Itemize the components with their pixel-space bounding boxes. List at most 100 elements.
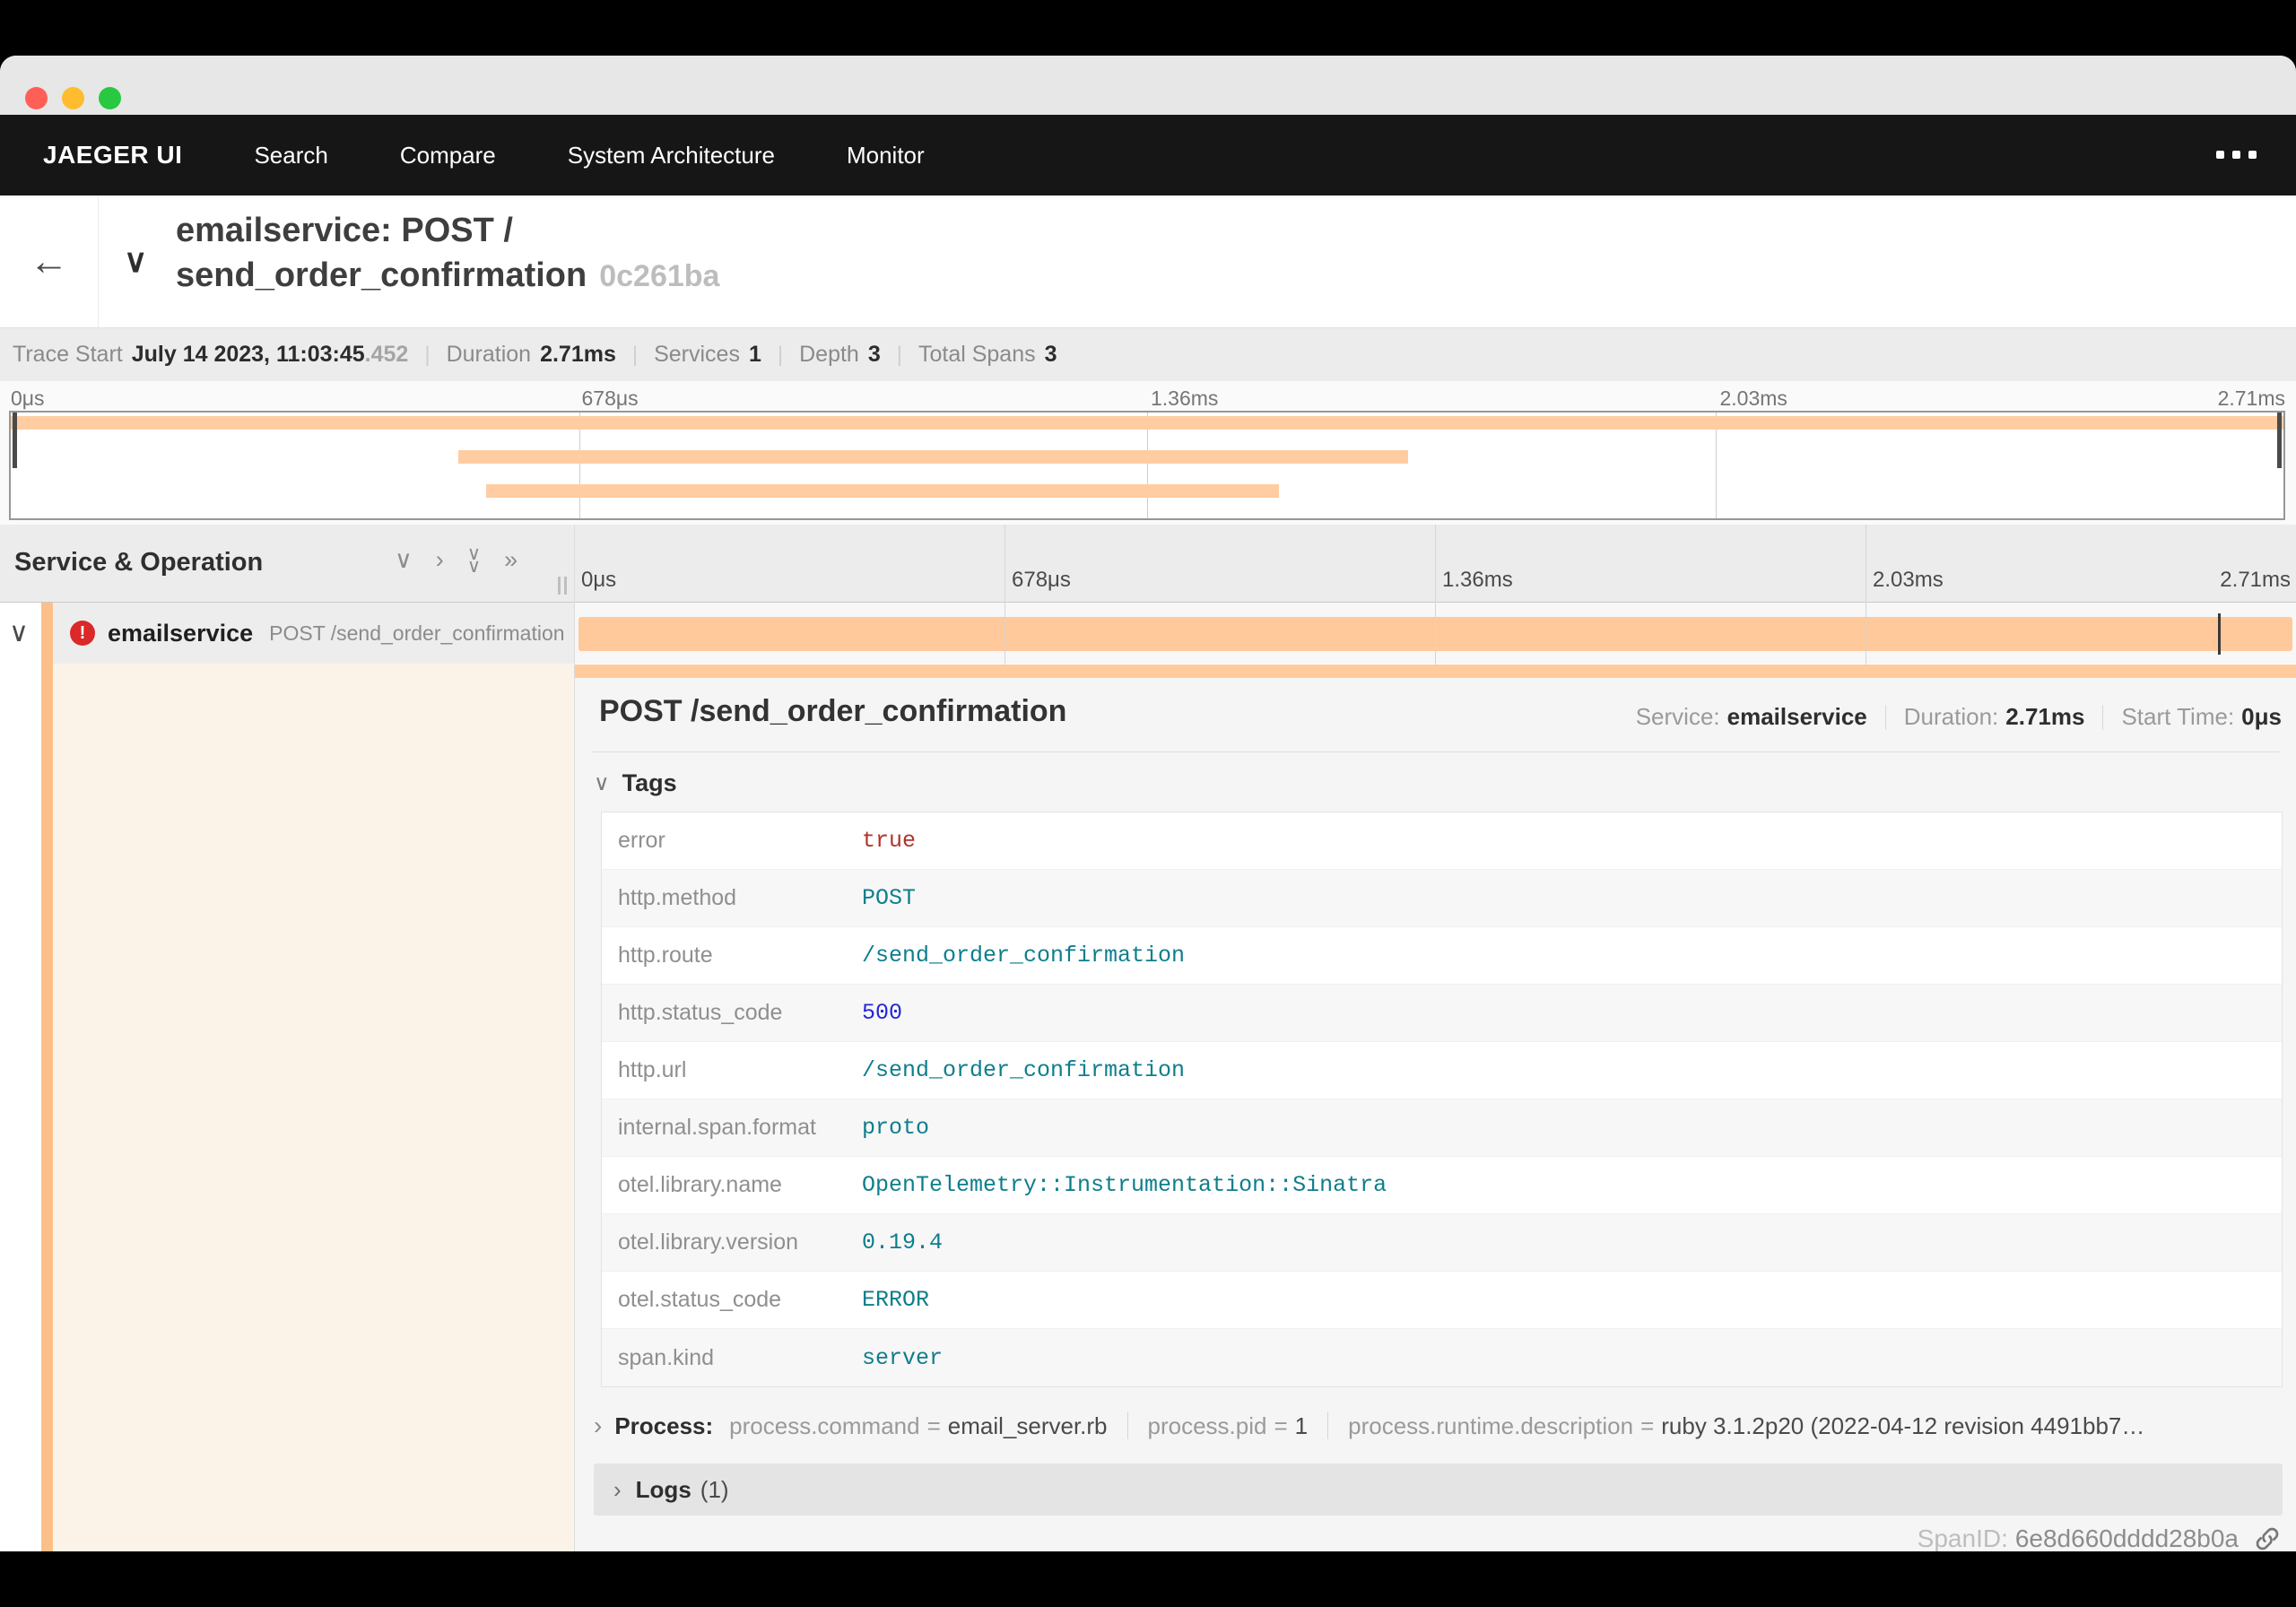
- tag-value: OpenTelemetry::Instrumentation::Sinatra: [862, 1172, 1387, 1198]
- tags-section-toggle[interactable]: ∨ Tags: [594, 769, 677, 797]
- trace-id: 0c261ba: [599, 259, 720, 293]
- tag-row: error true: [602, 812, 2282, 870]
- trace-summary-bar: Trace Start July 14 2023, 11:03:45 .452 …: [0, 327, 2296, 381]
- nav-item-system-architecture[interactable]: System Architecture: [568, 142, 775, 169]
- column-resizer-handle[interactable]: [558, 577, 567, 595]
- span-name-cell[interactable]: ! emailservice POST /send_order_confirma…: [53, 603, 574, 664]
- expanded-row-background: [53, 664, 574, 1551]
- tag-key: otel.library.version: [618, 1229, 799, 1255]
- trace-minimap: 0μs 678μs 1.36ms 2.03ms 2.71ms: [0, 381, 2296, 525]
- nav-item-compare[interactable]: Compare: [400, 142, 496, 169]
- span-id-footer: SpanID: 6e8d660dddd28b0a: [1918, 1524, 2282, 1551]
- process-value: ruby 3.1.2p20 (2022-04-12 revision 4491b…: [1661, 1412, 2145, 1439]
- minimap-ruler: 0μs 678μs 1.36ms 2.03ms 2.71ms: [9, 387, 2285, 410]
- ruler-tick: 1.36ms: [1442, 568, 1513, 592]
- service-label: Service:: [1635, 703, 1720, 730]
- ruler-tick: 2.71ms: [2220, 568, 2291, 592]
- tag-value: proto: [862, 1115, 930, 1141]
- trace-start-value: July 14 2023, 11:03:45: [131, 342, 365, 367]
- tag-value: true: [862, 828, 917, 854]
- collapse-one-icon[interactable]: ∨: [395, 546, 413, 574]
- minimap-tick: 0μs: [11, 387, 45, 410]
- tag-row: otel.library.version 0.19.4: [602, 1214, 2282, 1272]
- trace-title-line1: emailservice: POST /: [176, 212, 513, 249]
- trace-collapse-chevron-icon[interactable]: ∨: [124, 242, 147, 280]
- total-spans-label: Total Spans: [918, 342, 1036, 367]
- tag-key: http.method: [618, 885, 737, 910]
- overflow-menu-icon[interactable]: [2216, 151, 2257, 159]
- expand-all-icon[interactable]: »: [504, 546, 517, 574]
- tag-value: POST: [862, 885, 917, 911]
- trace-title: emailservice: POST / send_order_confirma…: [176, 208, 719, 299]
- duration-label: Duration:: [1903, 703, 1999, 730]
- ruler-tick: 678μs: [1012, 568, 1071, 592]
- tag-value: 500: [862, 1000, 903, 1026]
- tag-key: otel.library.name: [618, 1172, 782, 1197]
- trace-start-fraction: .452: [364, 342, 409, 367]
- total-spans-value: 3: [1044, 342, 1057, 367]
- tag-value: 0.19.4: [862, 1229, 944, 1255]
- tag-row: http.route /send_order_confirmation: [602, 927, 2282, 985]
- tag-key: internal.span.format: [618, 1115, 816, 1140]
- selected-span-strip: [574, 665, 2296, 678]
- span-log-marker: [2218, 613, 2221, 655]
- tags-table: error true http.method POST http.route /…: [601, 812, 2283, 1387]
- collapse-all-icon[interactable]: ∨ ∨: [467, 544, 481, 576]
- depth-value: 3: [867, 342, 881, 367]
- span-id-label: SpanID:: [1917, 1524, 2008, 1551]
- process-value: 1: [1294, 1412, 1309, 1439]
- letterbox-bottom: [0, 1551, 2296, 1607]
- minimap-tick: 678μs: [581, 387, 639, 410]
- expand-one-icon[interactable]: ›: [436, 546, 444, 574]
- timeline-collapse-controls: ∨ › ∨ ∨ »: [395, 544, 517, 576]
- chevron-right-icon: ›: [594, 1412, 603, 1439]
- top-navbar: JAEGER UI Search Compare System Architec…: [0, 115, 2296, 195]
- timeline-header: Service & Operation ∨ › ∨ ∨ » 0μs 678μs 1…: [0, 525, 2296, 603]
- app-window: JAEGER UI Search Compare System Architec…: [0, 56, 2296, 1551]
- trace-page-header: ← ∨ emailservice: POST / send_order_conf…: [0, 195, 2296, 431]
- span-detail-title: POST /send_order_confirmation: [599, 694, 1067, 728]
- minimap-span-bar: [11, 416, 2283, 430]
- process-value: email_server.rb: [947, 1412, 1108, 1439]
- nav-item-search[interactable]: Search: [254, 142, 327, 169]
- chevron-right-icon: ›: [613, 1475, 622, 1503]
- tag-value: server: [862, 1344, 944, 1371]
- minimap-span-bar: [485, 484, 1279, 498]
- span-service-name: emailservice: [108, 619, 254, 647]
- span-id-value: 6e8d660dddd28b0a: [2014, 1524, 2239, 1551]
- tag-row: span.kind server: [602, 1329, 2282, 1386]
- back-button[interactable]: ←: [0, 195, 99, 327]
- minimap-tick: 2.71ms: [2217, 387, 2285, 410]
- trace-title-line2: send_order_confirmation 0c261ba: [176, 256, 720, 294]
- services-label: Services: [654, 342, 740, 367]
- services-value: 1: [748, 342, 761, 367]
- span-collapse-chevron-icon[interactable]: ∨: [9, 617, 29, 648]
- span-row[interactable]: ∨ ! emailservice POST /send_order_confir…: [0, 603, 2296, 664]
- span-operation-name: POST /send_order_confirmation: [269, 621, 565, 645]
- window-controls: [25, 87, 121, 109]
- minimap-left-drag-handle[interactable]: [13, 413, 17, 468]
- minimize-window-button[interactable]: [62, 87, 84, 109]
- nav-item-monitor[interactable]: Monitor: [847, 142, 925, 169]
- tag-value: /send_order_confirmation: [862, 942, 1186, 969]
- process-key: process.pid: [1147, 1412, 1267, 1439]
- tag-row: otel.status_code ERROR: [602, 1272, 2282, 1329]
- tag-row: http.status_code 500: [602, 985, 2282, 1042]
- jaeger-logo[interactable]: JAEGER UI: [43, 141, 182, 169]
- minimap-right-drag-handle[interactable]: [2277, 413, 2282, 468]
- copy-link-icon[interactable]: [2253, 1524, 2282, 1551]
- minimap-canvas[interactable]: [9, 411, 2285, 520]
- close-window-button[interactable]: [25, 87, 48, 109]
- logs-section-toggle[interactable]: › Logs (1): [594, 1464, 2283, 1516]
- zoom-window-button[interactable]: [99, 87, 121, 109]
- tag-key: http.url: [618, 1057, 687, 1082]
- process-section-toggle[interactable]: › Process: process.command = email_serve…: [594, 1406, 2284, 1446]
- service-value: emailservice: [1726, 703, 1867, 730]
- back-arrow-icon: ←: [29, 239, 69, 283]
- process-section-label: Process:: [614, 1412, 714, 1439]
- trace-start-label: Trace Start: [13, 342, 123, 367]
- minimap-tick: 1.36ms: [1151, 387, 1219, 410]
- tag-key: otel.status_code: [618, 1287, 782, 1312]
- process-key: process.runtime.description: [1348, 1412, 1634, 1439]
- tag-key: span.kind: [618, 1344, 715, 1370]
